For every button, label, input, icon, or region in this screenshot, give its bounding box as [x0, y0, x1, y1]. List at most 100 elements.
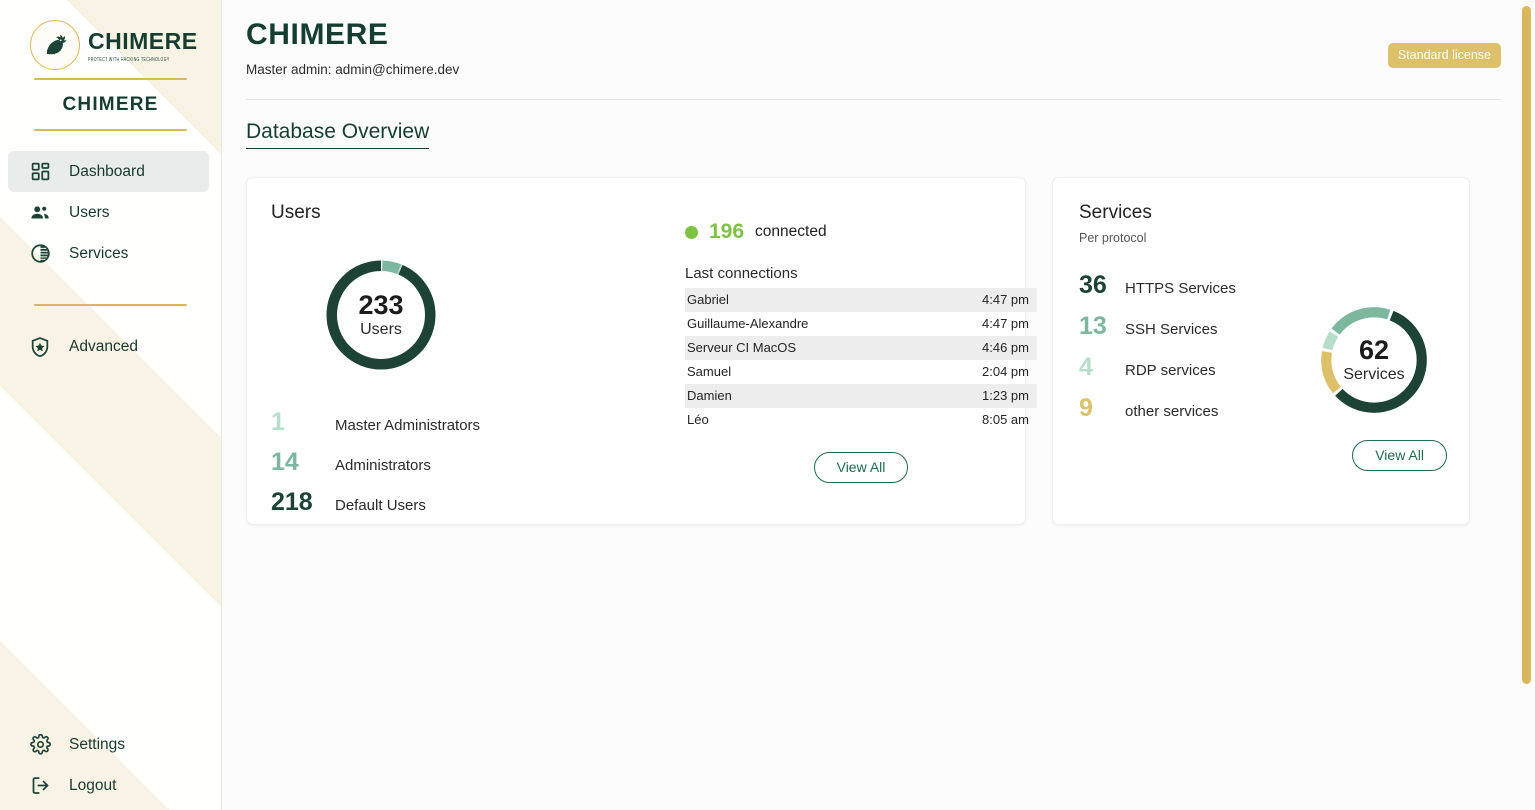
- status-dot-icon: [685, 225, 698, 239]
- sidebar-item-label: Users: [69, 203, 110, 221]
- legend-value: 1: [271, 408, 285, 436]
- services-card: Services Per protocol 36 HTTPS Services …: [1052, 177, 1470, 525]
- users-legend-row: 218 Default Users: [271, 488, 663, 517]
- shield-star-icon: [29, 336, 51, 358]
- services-total-value: 62: [1358, 334, 1390, 365]
- list-item[interactable]: Serveur CI MacOS 4:46 pm: [685, 336, 1037, 360]
- connection-time: 4:47 pm: [982, 292, 1029, 307]
- logo-wordmark: CHIMERE: [88, 27, 198, 54]
- last-connections-list: Gabriel 4:47 pm Guillaume-Alexandre 4:47…: [685, 288, 1037, 432]
- services-legend-row: 4 RDP services: [1079, 353, 1311, 382]
- page-title: CHIMERE: [246, 18, 389, 51]
- gear-icon: [29, 734, 51, 756]
- status-badge: Standard license: [1387, 43, 1501, 68]
- legend-value: 14: [271, 448, 299, 476]
- sidebar-item-logout[interactable]: Logout: [8, 765, 209, 806]
- divider-below-brand: [34, 129, 187, 131]
- users-donut-center: 233 Users: [316, 250, 446, 380]
- connection-name: Guillaume-Alexandre: [687, 316, 809, 331]
- legend-label: other services: [1125, 403, 1219, 420]
- list-item[interactable]: Damien 1:23 pm: [685, 384, 1037, 408]
- logo-tagline: PROTECT WITH HACKING TECHNOLOGY: [88, 56, 170, 63]
- dashboard-grid-icon: [29, 161, 51, 183]
- users-view-all-button[interactable]: View All: [813, 452, 909, 483]
- list-item[interactable]: Guillaume-Alexandre 4:47 pm: [685, 312, 1037, 336]
- connection-name: Samuel: [687, 364, 732, 379]
- list-item[interactable]: Gabriel 4:47 pm: [685, 288, 1037, 312]
- sidebar-item-users[interactable]: Users: [8, 192, 209, 233]
- chimera-griffin-logo-icon: [30, 20, 80, 70]
- last-connections-title: Last connections: [685, 265, 798, 282]
- connected-label: connected: [755, 223, 827, 240]
- sidebar-brand-name: CHIMERE: [62, 94, 159, 115]
- sidebar-item-label: Services: [69, 244, 129, 262]
- legend-value: 13: [1079, 312, 1107, 340]
- legend-value: 9: [1079, 394, 1093, 422]
- connection-time: 8:05 am: [982, 412, 1029, 427]
- connection-time: 4:46 pm: [982, 340, 1029, 355]
- users-card-right: 196 connected Last connections Gabriel 4…: [685, 202, 1037, 524]
- users-total-value: 233: [358, 289, 404, 320]
- connected-summary: 196 connected: [685, 220, 1037, 244]
- services-legend-row: 13 SSH Services: [1079, 312, 1311, 341]
- legend-label: Administrators: [335, 457, 431, 474]
- users-legend: 1 Master Administrators 14 Administrator…: [271, 408, 663, 517]
- users-legend-row: 14 Administrators: [271, 448, 663, 477]
- services-card-heading: Services: [1079, 202, 1152, 223]
- services-view-all-wrap: View All: [1352, 440, 1447, 471]
- connection-time: 1:23 pm: [982, 388, 1029, 403]
- sidebar-item-services[interactable]: Services: [8, 233, 209, 274]
- divider-advanced: [34, 304, 187, 306]
- legend-label: RDP services: [1125, 362, 1216, 379]
- list-item[interactable]: Samuel 2:04 pm: [685, 360, 1037, 384]
- connection-name: Damien: [687, 388, 732, 403]
- sidebar-item-dashboard[interactable]: Dashboard: [8, 151, 209, 192]
- connection-name: Léo: [687, 412, 709, 427]
- users-view-all-wrap: View All: [685, 452, 1037, 483]
- legend-value: 4: [1079, 353, 1093, 381]
- sidebar: CHIMERE PROTECT WITH HACKING TECHNOLOGY …: [0, 0, 222, 810]
- services-donut-chart: 62 Services: [1311, 297, 1437, 423]
- services-legend-row: 36 HTTPS Services: [1079, 271, 1311, 300]
- main-content: CHIMERE Master admin: admin@chimere.dev …: [222, 0, 1535, 810]
- sidebar-item-settings[interactable]: Settings: [8, 724, 209, 765]
- services-total-label: Services: [1343, 366, 1405, 384]
- app-logo: CHIMERE PROTECT WITH HACKING TECHNOLOGY: [0, 0, 221, 78]
- sidebar-nav: Dashboard Users Services Advanced: [0, 151, 221, 367]
- connection-name: Gabriel: [687, 292, 729, 307]
- dashboard-cards: Users 233 Users 1 Master Administrators …: [246, 177, 1501, 525]
- users-legend-row: 1 Master Administrators: [271, 408, 663, 437]
- legend-value: 218: [271, 488, 313, 516]
- users-icon: [29, 202, 51, 224]
- sidebar-item-label: Logout: [69, 776, 117, 794]
- users-card: Users 233 Users 1 Master Administrators …: [246, 177, 1037, 525]
- page-scrollbar[interactable]: [1522, 6, 1531, 684]
- services-legend: 36 HTTPS Services 13 SSH Services 4 RDP …: [1079, 271, 1311, 435]
- services-card-subheading: Per protocol: [1079, 231, 1147, 245]
- legend-value: 36: [1079, 271, 1107, 299]
- master-admin-label: Master admin: admin@chimere.dev: [246, 62, 460, 77]
- section-title-database-overview: Database Overview: [246, 120, 430, 149]
- page-header: CHIMERE Master admin: admin@chimere.dev …: [246, 18, 1501, 100]
- services-view-all-button[interactable]: View All: [1352, 440, 1447, 471]
- connected-count: 196: [709, 220, 745, 243]
- users-donut-chart: 233 Users: [316, 250, 446, 380]
- services-card-body: 36 HTTPS Services 13 SSH Services 4 RDP …: [1079, 271, 1447, 435]
- sidebar-item-label: Advanced: [69, 337, 138, 355]
- legend-label: Default Users: [335, 497, 426, 514]
- sidebar-item-label: Settings: [69, 735, 126, 753]
- users-total-label: Users: [360, 321, 402, 339]
- legend-label: Master Administrators: [335, 417, 481, 434]
- services-legend-row: 9 other services: [1079, 394, 1311, 423]
- sidebar-bottom-nav: Settings Logout: [0, 724, 221, 810]
- users-card-heading: Users: [271, 202, 321, 223]
- list-item[interactable]: Léo 8:05 am: [685, 408, 1037, 432]
- legend-label: SSH Services: [1125, 321, 1218, 338]
- connection-time: 2:04 pm: [982, 364, 1029, 379]
- sidebar-item-advanced[interactable]: Advanced: [8, 326, 209, 367]
- legend-label: HTTPS Services: [1125, 280, 1236, 297]
- users-card-left: Users 233 Users 1 Master Administrators …: [271, 202, 663, 524]
- sidebar-item-label: Dashboard: [69, 162, 145, 180]
- services-donut-center: 62 Services: [1311, 297, 1437, 423]
